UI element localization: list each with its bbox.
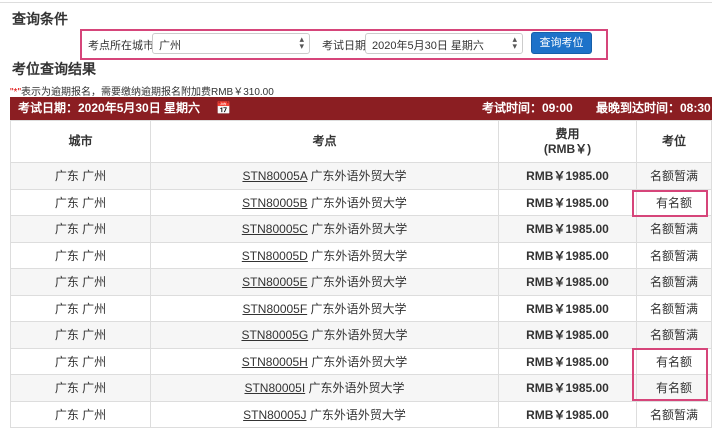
center-code-link[interactable]: STN80005G bbox=[241, 328, 308, 342]
latest-arrival: 最晚到达时间：08:30 bbox=[596, 101, 711, 115]
center-name: 广东外语外贸大学 bbox=[310, 275, 407, 290]
table-row: 广东 广州 STN80005J 广东外语外贸大学 RMB￥1985.00 名额暂… bbox=[10, 400, 712, 428]
available-highlight bbox=[632, 348, 708, 401]
row-city: 广东 广州 bbox=[10, 321, 151, 349]
row-city: 广东 广州 bbox=[10, 400, 151, 428]
row-fee: RMB￥1985.00 bbox=[498, 321, 637, 349]
table-row: 广东 广州 STN80005A 广东外语外贸大学 RMB￥1985.00 名额暂… bbox=[10, 162, 712, 190]
row-fee: RMB￥1985.00 bbox=[498, 374, 637, 402]
row-center: STN80005A 广东外语外贸大学 bbox=[150, 162, 499, 190]
center-name: 广东外语外贸大学 bbox=[311, 328, 408, 343]
late-fee-note: "*"表示为逾期报名，需要缴纳逾期报名附加费RMB￥310.00 bbox=[10, 83, 274, 98]
select-arrows-icon: ▴ ▾ bbox=[512, 34, 517, 51]
center-code-link[interactable]: STN80005A bbox=[242, 169, 307, 183]
query-title: 查询条件 bbox=[12, 11, 68, 27]
table-row: 广东 广州 STN80005G 广东外语外贸大学 RMB￥1985.00 名额暂… bbox=[10, 321, 712, 349]
row-center: STN80005I 广东外语外贸大学 bbox=[150, 374, 499, 402]
row-fee: RMB￥1985.00 bbox=[498, 241, 637, 269]
center-code-link[interactable]: STN80005I bbox=[244, 381, 305, 395]
row-city: 广东 广州 bbox=[10, 162, 151, 190]
row-seat-status: 名额暂满 bbox=[636, 215, 712, 243]
row-seat-status: 名额暂满 bbox=[636, 162, 712, 190]
col-seat: 考位 bbox=[636, 120, 712, 163]
row-city: 广东 广州 bbox=[10, 347, 151, 375]
city-select[interactable]: 广州 ▴ ▾ bbox=[152, 33, 310, 54]
row-city: 广东 广州 bbox=[10, 188, 151, 216]
date-select[interactable]: 2020年5月30日 星期六 ▴ ▾ bbox=[365, 33, 523, 54]
exam-info-bar: 考试日期：2020年5月30日 星期六 📅 考试时间：09:00 最晚到达时间：… bbox=[10, 97, 712, 120]
row-city: 广东 广州 bbox=[10, 215, 151, 243]
row-city: 广东 广州 bbox=[10, 268, 151, 296]
center-name: 广东外语外贸大学 bbox=[310, 301, 407, 316]
table-row: 广东 广州 STN80005F 广东外语外贸大学 RMB￥1985.00 名额暂… bbox=[10, 294, 712, 322]
row-fee: RMB￥1985.00 bbox=[498, 268, 637, 296]
row-fee: RMB￥1985.00 bbox=[498, 188, 637, 216]
center-name: 广东外语外贸大学 bbox=[311, 248, 408, 263]
center-name: 广东外语外贸大学 bbox=[308, 381, 405, 396]
center-name: 广东外语外贸大学 bbox=[310, 169, 407, 184]
center-code-link[interactable]: STN80005E bbox=[242, 275, 307, 289]
center-name: 广东外语外贸大学 bbox=[311, 354, 408, 369]
center-code-link[interactable]: STN80005D bbox=[242, 249, 308, 263]
center-name: 广东外语外贸大学 bbox=[310, 195, 407, 210]
center-code-link[interactable]: STN80005J bbox=[243, 408, 306, 422]
row-center: STN80005B 广东外语外贸大学 bbox=[150, 188, 499, 216]
row-center: STN80005H 广东外语外贸大学 bbox=[150, 347, 499, 375]
col-center: 考点 bbox=[150, 120, 499, 163]
search-seats-button[interactable]: 查询考位 bbox=[531, 32, 592, 54]
row-seat-status: 名额暂满 bbox=[636, 268, 712, 296]
table-row: 广东 广州 STN80005C 广东外语外贸大学 RMB￥1985.00 名额暂… bbox=[10, 215, 712, 243]
select-arrows-icon: ▴ ▾ bbox=[299, 34, 304, 51]
center-name: 广东外语外贸大学 bbox=[311, 222, 408, 237]
row-seat-status: 名额暂满 bbox=[636, 241, 712, 269]
row-seat-status: 名额暂满 bbox=[636, 321, 712, 349]
center-code-link[interactable]: STN80005C bbox=[242, 222, 308, 236]
col-fee: 费用 (RMB￥) bbox=[498, 120, 637, 163]
table-row: 广东 广州 STN80005E 广东外语外贸大学 RMB￥1985.00 名额暂… bbox=[10, 268, 712, 296]
row-city: 广东 广州 bbox=[10, 374, 151, 402]
row-fee: RMB￥1985.00 bbox=[498, 347, 637, 375]
table-row: 广东 广州 STN80005H 广东外语外贸大学 RMB￥1985.00 有名额 bbox=[10, 347, 712, 375]
row-seat-status: 名额暂满 bbox=[636, 400, 712, 428]
seats-table: 城市 考点 费用 (RMB￥) 考位 广东 广州 STN80005A 广东外语外贸… bbox=[10, 120, 712, 428]
row-seat-status: 名额暂满 bbox=[636, 294, 712, 322]
row-fee: RMB￥1985.00 bbox=[498, 215, 637, 243]
row-center: STN80005C 广东外语外贸大学 bbox=[150, 215, 499, 243]
results-title: 考位查询结果 bbox=[12, 61, 96, 77]
calendar-icon[interactable]: 📅 bbox=[216, 97, 231, 120]
row-center: STN80005F 广东外语外贸大学 bbox=[150, 294, 499, 322]
center-code-link[interactable]: STN80005B bbox=[242, 196, 307, 210]
row-fee: RMB￥1985.00 bbox=[498, 162, 637, 190]
row-city: 广东 广州 bbox=[10, 294, 151, 322]
row-fee: RMB￥1985.00 bbox=[498, 294, 637, 322]
available-highlight bbox=[632, 190, 708, 217]
center-name: 广东外语外贸大学 bbox=[309, 407, 406, 422]
date-label: 考试日期 bbox=[322, 40, 366, 52]
city-label: 考点所在城市 bbox=[88, 40, 154, 52]
row-center: STN80005J 广东外语外贸大学 bbox=[150, 400, 499, 428]
table-row: 广东 广州 STN80005B 广东外语外贸大学 RMB￥1985.00 有名额 bbox=[10, 188, 712, 216]
exam-date: 考试日期：2020年5月30日 星期六 bbox=[18, 101, 201, 115]
center-code-link[interactable]: STN80005F bbox=[242, 302, 307, 316]
exam-time: 考试时间：09:00 bbox=[482, 101, 573, 115]
col-city: 城市 bbox=[10, 120, 151, 163]
table-row: 广东 广州 STN80005D 广东外语外贸大学 RMB￥1985.00 名额暂… bbox=[10, 241, 712, 269]
row-center: STN80005E 广东外语外贸大学 bbox=[150, 268, 499, 296]
row-city: 广东 广州 bbox=[10, 241, 151, 269]
city-select-value: 广州 bbox=[159, 40, 181, 52]
table-row: 广东 广州 STN80005I 广东外语外贸大学 RMB￥1985.00 有名额 bbox=[10, 374, 712, 402]
divider bbox=[0, 0, 712, 3]
row-center: STN80005D 广东外语外贸大学 bbox=[150, 241, 499, 269]
date-select-value: 2020年5月30日 星期六 bbox=[372, 40, 484, 52]
row-fee: RMB￥1985.00 bbox=[498, 400, 637, 428]
center-code-link[interactable]: STN80005H bbox=[242, 355, 308, 369]
row-center: STN80005G 广东外语外贸大学 bbox=[150, 321, 499, 349]
